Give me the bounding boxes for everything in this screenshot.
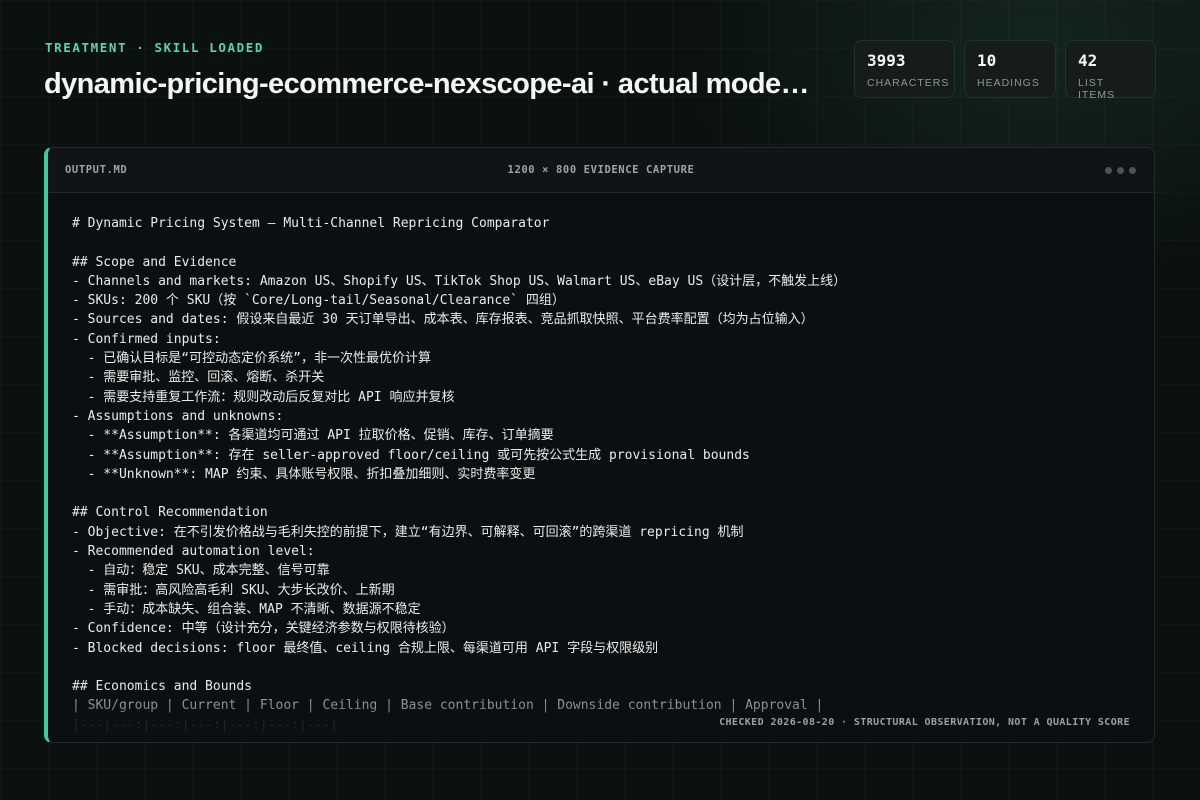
code-line: - 已确认目标是“可控动态定价系统”，非一次性最优价计算 bbox=[72, 351, 431, 367]
stat-card-characters: 3993 CHARACTERS bbox=[854, 40, 955, 98]
code-line: ## Control Recommendation bbox=[72, 505, 268, 521]
footer-note: CHECKED 2026-08-20 · STRUCTURAL OBSERVAT… bbox=[719, 717, 1130, 728]
dot-icon bbox=[1105, 167, 1112, 174]
eyebrow-label: TREATMENT · SKILL LOADED bbox=[45, 40, 265, 55]
markdown-output: # Dynamic Pricing System — Multi-Channel… bbox=[72, 214, 1134, 742]
code-line: - Blocked decisions: floor 最终值、ceiling 合… bbox=[72, 640, 659, 656]
code-line: - Channels and markets: Amazon US、Shopif… bbox=[72, 273, 847, 289]
code-line: - 需要支持重复工作流：规则改动后反复对比 API 响应并复核 bbox=[72, 389, 455, 405]
code-line: - Confirmed inputs: bbox=[72, 331, 221, 347]
panel-header: OUTPUT.MD 1200 × 800 EVIDENCE CAPTURE bbox=[48, 148, 1154, 193]
stat-label: HEADINGS bbox=[977, 77, 1040, 89]
stat-value: 42 bbox=[1078, 51, 1098, 70]
code-line: - 手动：成本缺失、组合装、MAP 不清晰、数据源不稳定 bbox=[72, 601, 421, 617]
code-line: - **Unknown**: MAP 约束、具体账号权限、折扣叠加细则、实时费率… bbox=[72, 466, 536, 482]
stat-card-list-items: 42 LIST ITEMS bbox=[1065, 40, 1156, 101]
code-line: - **Assumption**: 各渠道均可通过 API 拉取价格、促销、库存… bbox=[72, 428, 554, 444]
code-line: # Dynamic Pricing System — Multi-Channel… bbox=[72, 216, 550, 231]
code-line: - 需审批：高风险高毛利 SKU、大步长改价、上新期 bbox=[72, 582, 395, 598]
code-line: - Confidence: 中等（设计充分，关键经济参数与权限待核验） bbox=[72, 621, 455, 637]
code-line: - **Assumption**: 存在 seller-approved flo… bbox=[72, 447, 750, 463]
output-panel: OUTPUT.MD 1200 × 800 EVIDENCE CAPTURE # … bbox=[44, 147, 1155, 743]
window-menu-button[interactable] bbox=[1105, 167, 1136, 174]
code-line: - SKUs: 200 个 SKU（按 `Core/Long-tail/Seas… bbox=[72, 293, 565, 309]
stat-value: 10 bbox=[977, 51, 997, 70]
stats-group: 3993 CHARACTERS 10 HEADINGS 42 LIST ITEM… bbox=[854, 40, 1156, 101]
code-line: - 自动：稳定 SKU、成本完整、信号可靠 bbox=[72, 563, 330, 579]
stat-label: CHARACTERS bbox=[867, 77, 950, 89]
page: TREATMENT · SKILL LOADED dynamic-pricing… bbox=[0, 0, 1200, 800]
dot-icon bbox=[1129, 167, 1136, 174]
stat-value: 3993 bbox=[867, 51, 906, 70]
code-line: ## Scope and Evidence bbox=[72, 254, 237, 270]
panel-caption: 1200 × 800 EVIDENCE CAPTURE bbox=[507, 164, 695, 176]
code-line: - 需要审批、监控、回滚、熔断、杀开关 bbox=[72, 370, 325, 386]
code-line: - Assumptions and unknowns: bbox=[72, 408, 284, 424]
dot-icon bbox=[1117, 167, 1124, 174]
code-line: - Recommended automation level: bbox=[72, 544, 315, 560]
stat-card-headings: 10 HEADINGS bbox=[964, 40, 1056, 98]
stat-label: LIST ITEMS bbox=[1078, 77, 1116, 101]
code-line: - Objective: 在不引发价格战与毛利失控的前提下，建立“有边界、可解释… bbox=[72, 524, 744, 540]
code-line: - Sources and dates: 假设来自最近 30 天订单导出、成本表… bbox=[72, 312, 814, 328]
page-title: dynamic-pricing-ecommerce-nexscope-ai · … bbox=[44, 68, 814, 100]
code-line: ## Economics and Bounds bbox=[72, 679, 253, 695]
code-line: | SKU/group | Current | Floor | Ceiling … bbox=[72, 698, 824, 714]
